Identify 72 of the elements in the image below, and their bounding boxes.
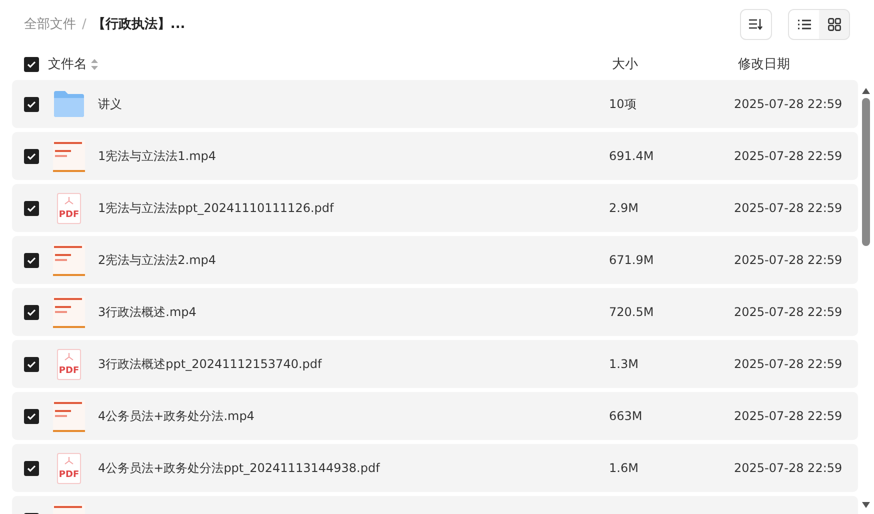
file-name: 2宪法与立法法2.mp4 <box>98 252 216 268</box>
file-row[interactable]: PDF 3行政法概述ppt_20241112153740.pdf 1.3M 2025-07-28 22:59 <box>12 340 858 388</box>
scroll-up-icon[interactable] <box>862 88 870 94</box>
modified-date: 2025-07-28 22:59 <box>734 409 844 423</box>
row-checkbox[interactable] <box>24 148 39 164</box>
file-row[interactable]: PDF 1宪法与立法法ppt_20241110111126.pdf 2.9M 2025-07-28 22:59 <box>12 184 858 232</box>
file-size: 720.5M <box>609 305 655 319</box>
scrollbar-thumb[interactable] <box>862 98 870 246</box>
file-size: 1.3M <box>609 357 640 371</box>
row-checkbox[interactable] <box>24 356 39 372</box>
pdf-file-icon: PDF <box>57 192 81 224</box>
modified-date: 2025-07-28 22:59 <box>734 357 844 371</box>
file-size: 663M <box>609 409 644 423</box>
file-name: 4公务员法+政务处分法.mp4 <box>98 408 254 424</box>
file-name: 4公务员法+政务处分法ppt_20241113144938.pdf <box>98 460 380 476</box>
row-checkbox[interactable] <box>24 96 39 112</box>
modified-date: 2025-07-28 22:59 <box>734 461 844 475</box>
video-thumbnail <box>53 400 85 432</box>
sort-button[interactable] <box>740 8 772 40</box>
grid-icon <box>828 18 840 30</box>
file-name: 1宪法与立法法ppt_20241110111126.pdf <box>98 200 334 216</box>
checkmark-icon <box>27 360 36 368</box>
file-name: 1宪法与立法法1.mp4 <box>98 148 216 164</box>
modified-date: 2025-07-28 22:59 <box>734 305 844 319</box>
checkmark-icon <box>27 100 36 108</box>
row-checkbox[interactable] <box>24 252 39 268</box>
row-checkbox[interactable] <box>24 304 39 320</box>
row-checkbox[interactable] <box>24 460 39 476</box>
checkmark-icon <box>27 204 36 212</box>
breadcrumb-root[interactable]: 全部文件 <box>24 15 76 33</box>
file-row[interactable]: 4公务员法+政务处分法.mp4 663M 2025-07-28 22:59 <box>12 392 858 440</box>
modified-date: 2025-07-28 22:59 <box>734 253 844 267</box>
video-thumbnail <box>53 296 85 328</box>
file-size: 1.6M <box>609 461 640 475</box>
checkmark-icon <box>27 60 36 68</box>
file-size: 671.9M <box>609 253 655 267</box>
file-size: 691.4M <box>609 149 655 163</box>
row-checkbox[interactable] <box>24 408 39 424</box>
name-column-header[interactable]: 文件名 <box>48 55 87 73</box>
file-row[interactable]: PDF 4公务员法+政务处分法ppt_20241113144938.pdf 1.6M 2025-07-28 22:59 <box>12 444 858 492</box>
modified-date: 2025-07-28 22:59 <box>734 97 844 111</box>
file-name: 讲义 <box>98 96 122 112</box>
checkmark-icon <box>27 412 36 420</box>
date-column-header[interactable]: 修改日期 <box>738 55 860 73</box>
breadcrumb-current: 【行政执法】... <box>92 16 186 33</box>
modified-date: 2025-07-28 22:59 <box>734 201 844 215</box>
select-all-checkbox[interactable] <box>24 56 39 72</box>
checkmark-icon <box>27 152 36 160</box>
modified-date: 2025-07-28 22:59 <box>734 149 844 163</box>
checkmark-icon <box>27 308 36 316</box>
video-thumbnail <box>53 244 85 276</box>
size-column-header[interactable]: 大小 <box>612 55 738 73</box>
list-view-button[interactable] <box>789 10 819 38</box>
file-name: 3行政法概述.mp4 <box>98 304 196 320</box>
scroll-down-icon[interactable] <box>862 502 870 508</box>
checkmark-icon <box>27 464 36 472</box>
checkmark-icon <box>27 256 36 264</box>
breadcrumb-separator: / <box>82 16 86 32</box>
file-size: 10项 <box>609 96 638 112</box>
file-row[interactable]: 2宪法与立法法2.mp4 671.9M 2025-07-28 22:59 <box>12 236 858 284</box>
pdf-file-icon: PDF <box>57 452 81 484</box>
file-row[interactable]: 讲义 10项 2025-07-28 22:59 <box>12 80 858 128</box>
sort-icon <box>749 18 763 30</box>
video-thumbnail <box>53 140 85 172</box>
file-size: 2.9M <box>609 201 640 215</box>
row-checkbox[interactable] <box>24 200 39 216</box>
file-row[interactable]: 1宪法与立法法1.mp4 691.4M 2025-07-28 22:59 <box>12 132 858 180</box>
file-name: 3行政法概述ppt_20241112153740.pdf <box>98 356 322 372</box>
list-icon <box>798 18 810 30</box>
folder-icon <box>53 90 85 118</box>
pdf-file-icon: PDF <box>57 348 81 380</box>
file-row[interactable]: 3行政法概述.mp4 720.5M 2025-07-28 22:59 <box>12 288 858 336</box>
